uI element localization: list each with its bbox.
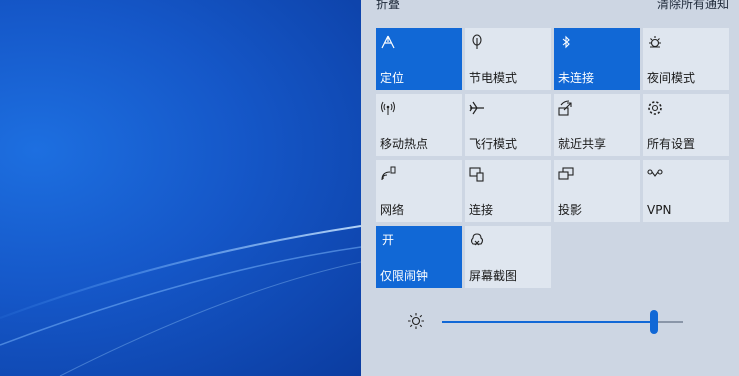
tile-connect[interactable]: 连接 <box>465 160 551 222</box>
desktop-wallpaper <box>0 0 361 376</box>
brightness-slider-thumb[interactable] <box>650 310 659 334</box>
tile-mobile-hotspot[interactable]: 移动热点 <box>376 94 462 156</box>
tile-battery-saver[interactable]: 节电模式 <box>465 28 551 90</box>
battery-saver-icon <box>469 34 485 50</box>
tile-project[interactable]: 投影 <box>554 160 640 222</box>
tile-label: 节电模式 <box>469 71 518 85</box>
tile-screen-snip[interactable]: 屏幕截图 <box>465 226 551 288</box>
tile-label: 投影 <box>558 203 583 217</box>
tile-airplane-mode[interactable]: 飞行模式 <box>465 94 551 156</box>
network-icon <box>380 166 396 182</box>
tile-label: 未连接 <box>558 71 595 85</box>
tile-label: VPN <box>647 203 672 217</box>
tile-label: 夜间模式 <box>647 71 696 85</box>
connect-icon <box>469 166 485 182</box>
brightness-slider-fill <box>442 321 655 323</box>
tile-night-light[interactable]: 夜间模式 <box>643 28 729 90</box>
tile-label: 仅限闹钟 <box>380 269 429 283</box>
tile-vpn[interactable]: VPN <box>643 160 729 222</box>
tile-label: 就近共享 <box>558 137 607 151</box>
gear-icon <box>647 100 663 116</box>
bluetooth-icon <box>558 34 574 50</box>
tile-label: 所有设置 <box>647 137 696 151</box>
tile-label: 定位 <box>380 71 405 85</box>
night-light-icon <box>647 34 663 50</box>
collapse-link[interactable]: 折叠 <box>376 0 400 12</box>
tile-bluetooth[interactable]: 未连接 <box>554 28 640 90</box>
airplane-icon <box>469 100 485 116</box>
tile-all-settings[interactable]: 所有设置 <box>643 94 729 156</box>
hotspot-icon <box>380 100 396 116</box>
nearby-share-icon <box>558 100 574 116</box>
tile-network[interactable]: 网络 <box>376 160 462 222</box>
tile-focus-assist[interactable]: 开 仅限闹钟 <box>376 226 462 288</box>
brightness-slider-track[interactable] <box>442 310 683 334</box>
screen-snip-icon <box>469 232 485 248</box>
focus-assist-icon: 开 <box>381 233 394 247</box>
project-icon <box>558 166 574 182</box>
tile-label: 移动热点 <box>380 137 429 151</box>
tile-label: 连接 <box>469 203 494 217</box>
tile-label: 飞行模式 <box>469 137 518 151</box>
brightness-control <box>361 300 739 340</box>
clear-all-notifications-link[interactable]: 清除所有通知 <box>657 0 729 12</box>
action-center-panel: 折叠 清除所有通知 定位 节电模式 未连接 夜间模式 移动热点 飞行模式 就近共… <box>361 0 739 376</box>
tile-location[interactable]: 定位 <box>376 28 462 90</box>
tile-nearby-sharing[interactable]: 就近共享 <box>554 94 640 156</box>
tile-label: 屏幕截图 <box>469 269 518 283</box>
tile-label: 网络 <box>380 203 405 217</box>
location-icon <box>380 34 396 50</box>
vpn-icon <box>647 166 663 182</box>
brightness-icon <box>407 312 425 330</box>
